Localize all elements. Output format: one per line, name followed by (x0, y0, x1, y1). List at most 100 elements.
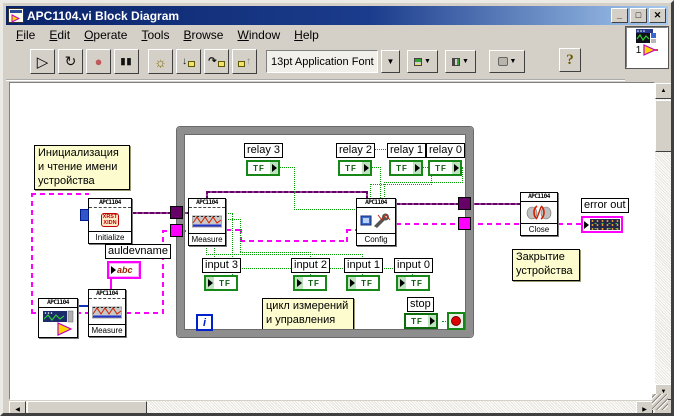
error-wire[interactable] (31, 193, 33, 314)
tf-glyph: TF (391, 162, 413, 174)
initialize-input-terminal[interactable] (80, 209, 89, 221)
input-arrow-icon (400, 279, 405, 287)
initialize-glyph: XRST XIDN (101, 213, 120, 227)
stop-label[interactable]: stop (407, 297, 434, 312)
run-continuous-button[interactable]: ↻ (58, 49, 83, 74)
menu-operate[interactable]: Operate (78, 27, 133, 43)
vi-header: APC1104 (89, 290, 125, 299)
maximize-button[interactable]: □ (630, 8, 647, 23)
input1-label[interactable]: input 1 (344, 258, 383, 273)
pause-icon: ▮▮ (121, 56, 133, 67)
vi-measure-outer[interactable]: APC1104 Measure (88, 289, 126, 337)
config-tools-icon (360, 212, 392, 230)
comment-initialize[interactable]: Инициализация и чтение имени устройства (34, 145, 130, 190)
relay1-label[interactable]: relay 1 (387, 143, 426, 158)
relay3-terminal[interactable]: TF (246, 160, 280, 176)
arrow-left-icon: ◀ (15, 406, 20, 413)
run-button[interactable]: ▷ (30, 49, 55, 74)
scroll-left-button[interactable]: ◀ (9, 401, 26, 416)
step-out-button[interactable]: ↑ (232, 49, 257, 74)
step-into-button[interactable]: ↓ (176, 49, 201, 74)
distribute-objects-dropdown[interactable]: ▼ (445, 50, 476, 73)
menu-window[interactable]: Window (231, 27, 286, 43)
context-help-button[interactable]: ? (559, 48, 581, 72)
font-selector-dropdown-arrow[interactable]: ▼ (381, 50, 400, 73)
menu-tools[interactable]: Tools (135, 27, 175, 43)
align-objects-dropdown[interactable]: ▼ (407, 50, 438, 73)
relay0-label[interactable]: relay 0 (426, 143, 465, 158)
vi-name: Close (521, 223, 557, 235)
vi-initialize[interactable]: APC1104 XRST XIDN Initialize (88, 198, 132, 244)
input1-terminal[interactable]: TF (346, 275, 380, 291)
menu-browse[interactable]: Browse (177, 27, 229, 43)
toolbar: ▷ ↻ ● ▮▮ ☼ ↓ ↷ ↑ 13pt Application Font ▼… (6, 44, 625, 81)
loop-iteration-terminal[interactable]: i (196, 314, 213, 331)
relay0-terminal[interactable]: TF (428, 160, 462, 176)
stop-terminal[interactable]: TF (404, 313, 438, 329)
auldevname-string-indicator[interactable]: abc (107, 261, 141, 279)
input2-label[interactable]: input 2 (291, 258, 330, 273)
auldevname-label[interactable]: auldevname (105, 244, 171, 259)
input2-terminal[interactable]: TF (293, 275, 327, 291)
menu-help[interactable]: Help (288, 27, 325, 43)
step-target-icon (188, 61, 195, 67)
minimize-button[interactable]: _ (611, 8, 628, 23)
relay1-terminal[interactable]: TF (389, 160, 423, 176)
window-resize-grip[interactable] (652, 394, 668, 410)
vi-name: Config (357, 233, 395, 245)
pause-button[interactable]: ▮▮ (114, 49, 139, 74)
vi-header: APC1104 (189, 199, 225, 208)
distribute-objects-icon (452, 58, 460, 66)
device-wire[interactable] (469, 203, 520, 205)
horizontal-scrollbar-thumb[interactable] (27, 401, 147, 416)
loop-tunnel-error-in[interactable] (170, 224, 183, 237)
scroll-right-button[interactable]: ▶ (636, 401, 653, 416)
highlight-execution-button[interactable]: ☼ (148, 49, 173, 74)
vertical-scrollbar-thumb[interactable] (655, 100, 672, 152)
tf-glyph: TF (303, 277, 325, 289)
input0-label[interactable]: input 0 (394, 258, 433, 273)
error-wire[interactable] (31, 193, 89, 195)
error-wire[interactable] (469, 223, 520, 225)
menu-file[interactable]: File (10, 27, 41, 43)
vi-config[interactable]: APC1104 Config (356, 198, 396, 246)
error-out-label[interactable]: error out (581, 198, 629, 213)
relay2-terminal[interactable]: TF (338, 160, 372, 176)
step-over-button[interactable]: ↷ (204, 49, 229, 74)
block-diagram-canvas: Инициализация и чтение имени устройства … (9, 82, 655, 400)
loop-tunnel-error-out[interactable] (458, 217, 471, 230)
error-wire[interactable] (126, 312, 164, 314)
input0-terminal[interactable]: TF (396, 275, 430, 291)
vi-measure-loop[interactable]: APC1104 Measure (188, 198, 226, 246)
comment-close[interactable]: Закрытие устройства (512, 249, 580, 281)
vi-header: APC1104 (357, 199, 395, 208)
menu-edit[interactable]: Edit (43, 27, 76, 43)
input-arrow-icon (208, 279, 213, 287)
error-out-indicator[interactable] (581, 216, 623, 233)
measure-waveform-icon (192, 213, 222, 229)
loop-tunnel-device-out[interactable] (458, 197, 471, 210)
vi-reference-constant[interactable]: APC1104 (38, 298, 78, 338)
input3-label[interactable]: input 3 (202, 258, 241, 273)
scroll-up-button[interactable]: ▲ (655, 83, 672, 99)
error-wire[interactable] (558, 223, 582, 225)
relay2-label[interactable]: relay 2 (336, 143, 375, 158)
output-arrow-icon (364, 164, 369, 172)
vi-close[interactable]: APC1104 Close (520, 192, 558, 236)
labview-block-diagram-window: APC1104.vi Block Diagram _ □ ✕ File Edit… (0, 0, 674, 416)
reorder-dropdown[interactable]: ▼ (489, 50, 525, 73)
error-wire[interactable] (162, 230, 164, 314)
font-selector[interactable]: 13pt Application Font (266, 50, 378, 73)
step-target-icon (218, 61, 225, 67)
vi-icon-panel[interactable]: 1 (626, 27, 668, 68)
title-bar[interactable]: APC1104.vi Block Diagram _ □ ✕ (6, 6, 668, 25)
relay3-label[interactable]: relay 3 (244, 143, 283, 158)
input3-terminal[interactable]: TF (204, 275, 238, 291)
input-arrow-icon (584, 221, 589, 229)
close-button[interactable]: ✕ (649, 8, 666, 23)
loop-tunnel-device-in[interactable] (170, 206, 183, 219)
loop-condition-terminal[interactable] (447, 312, 465, 330)
device-wire[interactable] (132, 212, 172, 214)
abort-button[interactable]: ● (86, 49, 111, 74)
run-icon: ▷ (37, 53, 49, 71)
